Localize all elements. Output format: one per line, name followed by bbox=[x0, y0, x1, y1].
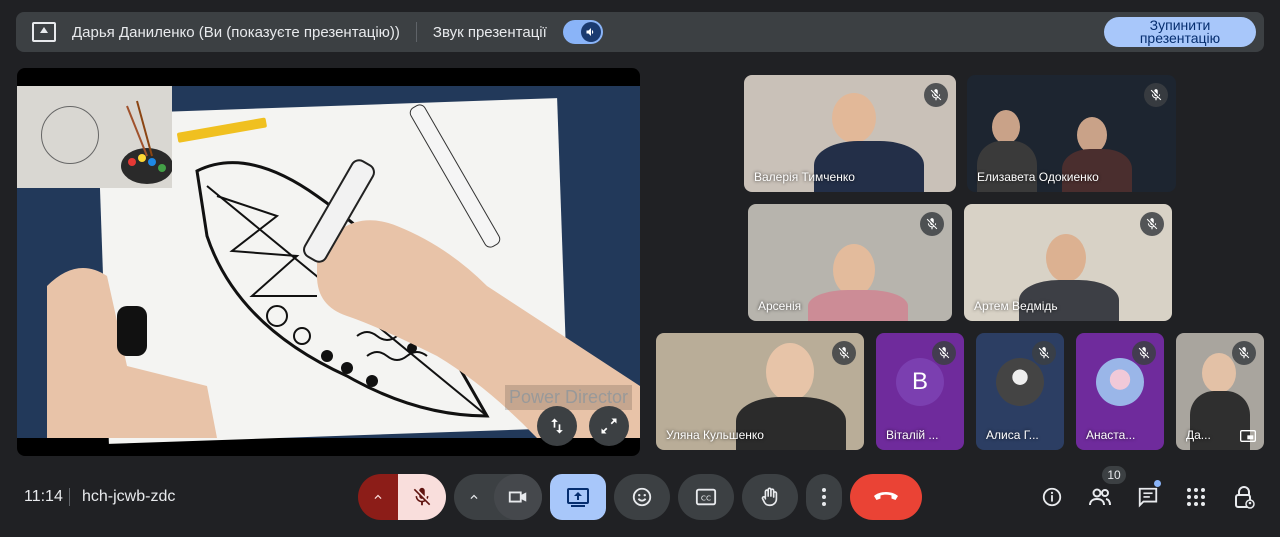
participant-video bbox=[814, 141, 924, 192]
participant-name: Анаста... bbox=[1086, 428, 1136, 442]
participant-name: Елизавета Одокиенко bbox=[977, 170, 1099, 184]
presenting-bar: Дарья Даниленко (Ви (показуєте презентац… bbox=[16, 12, 1264, 52]
participant-video bbox=[977, 141, 1037, 192]
participant-tile[interactable]: Елизавета Одокиенко bbox=[967, 75, 1176, 192]
participant-video bbox=[1202, 353, 1236, 393]
participant-name: Віталій ... bbox=[886, 428, 939, 442]
camera-toggle-button[interactable] bbox=[494, 474, 542, 520]
meeting-code: hch-jcwb-zdc bbox=[82, 488, 176, 505]
people-icon bbox=[1089, 488, 1111, 506]
divider bbox=[415, 22, 417, 42]
mic-control-group bbox=[358, 474, 446, 520]
speaker-icon bbox=[580, 22, 601, 42]
participant-tile[interactable]: Арсенія bbox=[748, 204, 952, 321]
participant-name: Валерія Тимченко bbox=[754, 170, 855, 184]
present-screen-icon bbox=[32, 22, 56, 42]
camera-control-group bbox=[454, 474, 542, 520]
mic-off-icon bbox=[413, 487, 431, 506]
call-end-icon bbox=[874, 492, 898, 500]
divider bbox=[69, 488, 70, 506]
chevron-up-icon bbox=[374, 494, 382, 499]
participant-video bbox=[832, 93, 876, 143]
participant-video bbox=[1077, 117, 1107, 153]
presentation-audio-toggle[interactable] bbox=[562, 20, 603, 44]
avatar: В bbox=[896, 358, 944, 407]
audio-options-button[interactable] bbox=[358, 474, 398, 520]
participant-video bbox=[833, 244, 875, 296]
clock: 11:14 bbox=[24, 488, 63, 505]
svg-text:CC: CC bbox=[701, 494, 711, 503]
video-options-button[interactable] bbox=[454, 474, 494, 520]
more-options-button[interactable] bbox=[806, 474, 842, 520]
more-vert-icon bbox=[822, 488, 826, 506]
mic-off-icon bbox=[1132, 341, 1156, 365]
fullscreen-button[interactable] bbox=[589, 406, 629, 446]
palette-icon bbox=[121, 100, 172, 184]
participant-tile[interactable]: Анаста... bbox=[1076, 333, 1164, 450]
mic-off-icon bbox=[932, 341, 956, 365]
participant-name: Арсенія bbox=[758, 299, 802, 313]
avatar bbox=[1096, 358, 1144, 407]
participant-tile[interactable]: Уляна Кульшенко bbox=[656, 333, 864, 450]
raise-hand-button[interactable] bbox=[742, 474, 798, 520]
videocam-icon bbox=[508, 491, 527, 503]
info-icon bbox=[1042, 487, 1062, 507]
apps-grid-icon bbox=[1187, 488, 1205, 506]
present-to-all-icon bbox=[567, 488, 589, 507]
lock-person-icon bbox=[1235, 486, 1255, 509]
presentation-audio-label: Звук презентації bbox=[432, 23, 547, 41]
participant-video bbox=[808, 290, 908, 321]
chevron-up-icon bbox=[470, 494, 478, 499]
participant-name: Артем Ведмідь bbox=[974, 299, 1058, 313]
channel-logo bbox=[17, 86, 172, 188]
mic-off-icon bbox=[920, 212, 944, 236]
captions-button[interactable]: CC bbox=[678, 474, 734, 520]
people-button[interactable] bbox=[1083, 480, 1117, 514]
presenter-name: Дарья Даниленко (Ви (показуєте презентац… bbox=[72, 23, 400, 41]
chat-icon bbox=[1138, 487, 1158, 508]
participant-video bbox=[736, 397, 846, 450]
meeting-details-button[interactable] bbox=[1035, 480, 1069, 514]
reactions-button[interactable] bbox=[614, 474, 670, 520]
mic-off-icon bbox=[832, 341, 856, 365]
bottom-toolbar: 11:14 hch-jcwb-zdc CC 10 bbox=[0, 460, 1280, 537]
participant-tile[interactable]: Валерія Тимченко bbox=[744, 75, 956, 192]
mic-off-icon bbox=[1140, 212, 1164, 236]
participant-name: Уляна Кульшенко bbox=[666, 428, 764, 442]
closed-captions-icon: CC bbox=[695, 488, 717, 506]
mic-off-icon bbox=[1032, 341, 1056, 365]
participant-name: Да... bbox=[1186, 428, 1211, 442]
participant-video bbox=[766, 343, 814, 401]
picture-in-picture-icon[interactable] bbox=[1240, 430, 1256, 442]
participant-video bbox=[1046, 234, 1086, 282]
avatar bbox=[996, 358, 1044, 407]
host-controls-button[interactable] bbox=[1227, 480, 1261, 514]
participant-name: Алиса Г... bbox=[986, 428, 1039, 442]
stop-presenting-button[interactable]: Зупинити презентацію bbox=[1104, 17, 1256, 47]
emoji-icon bbox=[632, 487, 652, 507]
expand-icon bbox=[601, 418, 617, 434]
microphone-toggle-button[interactable] bbox=[398, 474, 446, 520]
participant-tile[interactable]: Да... bbox=[1176, 333, 1264, 450]
participant-tile[interactable]: Алиса Г... bbox=[976, 333, 1064, 450]
swap-layout-button[interactable] bbox=[537, 406, 577, 446]
participant-video bbox=[992, 110, 1020, 144]
present-now-button[interactable] bbox=[550, 474, 606, 520]
hand-icon bbox=[761, 487, 778, 507]
leave-call-button[interactable] bbox=[850, 474, 922, 520]
mic-off-icon bbox=[1232, 341, 1256, 365]
chat-notification-dot bbox=[1154, 480, 1161, 487]
activities-button[interactable] bbox=[1179, 480, 1213, 514]
swap-vertical-icon bbox=[551, 418, 563, 434]
mic-off-icon bbox=[924, 83, 948, 107]
participant-tile[interactable]: В Віталій ... bbox=[876, 333, 964, 450]
participant-tile[interactable]: Артем Ведмідь bbox=[964, 204, 1172, 321]
presentation-screen: Power Director bbox=[17, 68, 640, 456]
mic-off-icon bbox=[1144, 83, 1168, 107]
